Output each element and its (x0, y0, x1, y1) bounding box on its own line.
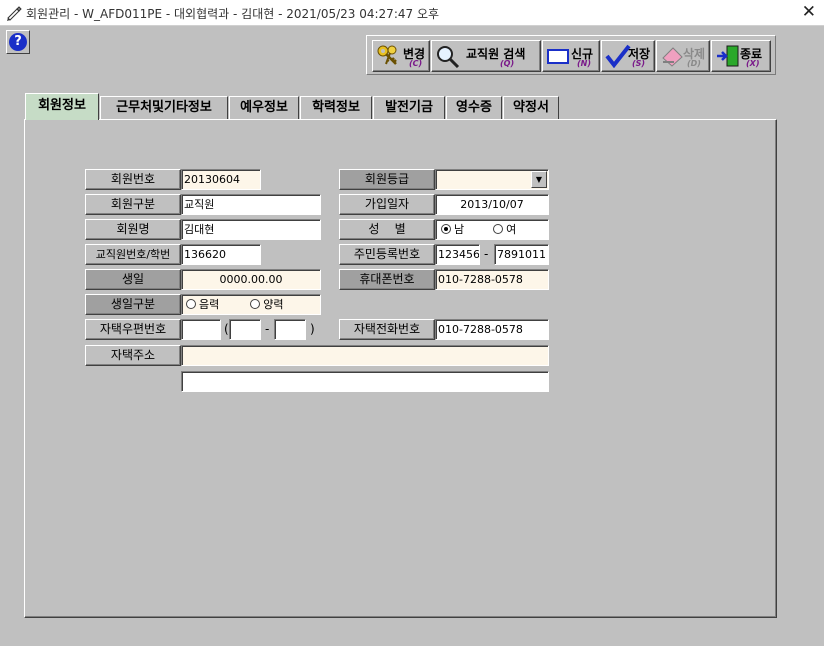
solar-radio[interactable]: 양력 (250, 298, 284, 311)
delete-button-hotkey: (D) (687, 59, 701, 68)
tab-workplace-info[interactable]: 근무처및기타정보 (100, 96, 228, 119)
radio-selected-icon (441, 224, 451, 234)
resident-no-dash: - (484, 247, 489, 261)
staff-no-label: 교직원번호/학번 (85, 244, 181, 265)
member-type-field[interactable]: 교직원 (181, 194, 321, 215)
resident-no-label: 주민등록번호 (339, 244, 435, 265)
new-button-hotkey: (N) (577, 59, 592, 68)
close-icon[interactable]: ✕ (802, 2, 816, 22)
keys-icon (377, 45, 397, 65)
mobile-label: 휴대폰번호 (339, 269, 435, 290)
gender-label: 성 별 (339, 219, 435, 240)
mobile-field[interactable]: 010-7288-0578 (435, 269, 549, 290)
radio-circle-icon (186, 299, 196, 309)
birthday-field[interactable]: 0000.00.00 (181, 269, 321, 290)
save-button-hotkey: (S) (632, 59, 646, 68)
birth-type-label: 생일구분 (85, 294, 181, 315)
zip-dash: - (265, 322, 270, 336)
tab-education-info[interactable]: 학력정보 (300, 96, 372, 119)
staff-search-hotkey: (Q) (500, 59, 515, 68)
male-radio[interactable]: 남 (441, 223, 464, 236)
exit-door-icon (717, 45, 739, 67)
home-address-label: 자택주소 (85, 345, 181, 366)
radio-circle-icon (250, 299, 261, 309)
window-titlebar: 회원관리 - W_AFD011PE - 대외협력과 - 김대현 - 2021/0… (0, 0, 824, 26)
change-button-hotkey: (C) (409, 59, 423, 68)
home-phone-label: 자택전화번호 (339, 319, 435, 340)
member-grade-label: 회원등급 (339, 169, 435, 190)
staff-no-field[interactable]: 136620 (181, 244, 261, 265)
member-name-field[interactable]: 김대현 (181, 219, 321, 240)
birthday-label: 생일 (85, 269, 181, 290)
new-button[interactable]: 신규 (N) (542, 40, 600, 72)
zip-open-paren: ( (224, 322, 229, 336)
home-zip-field-3[interactable] (274, 319, 306, 340)
member-no-field[interactable]: 20130604 (181, 169, 261, 190)
help-button[interactable]: ? (6, 30, 30, 54)
birth-type-radio-group: 음력 양력 (181, 294, 321, 315)
tab-receipt[interactable]: 영수증 (446, 96, 502, 119)
staff-search-label: 교직원 검색 (466, 47, 526, 61)
female-radio[interactable]: 여 (493, 223, 516, 236)
change-button[interactable]: 변경 (C) (372, 40, 430, 72)
toolbar: 변경 (C) 교직원 검색 (Q) 신규 (N) 저장 (S) 삭제 (D) 종… (366, 35, 776, 75)
exit-button[interactable]: 종료 (X) (711, 40, 771, 72)
member-type-label: 회원구분 (85, 194, 181, 215)
tab-courtesy-info[interactable]: 예우정보 (229, 96, 299, 119)
resident-no-part2[interactable]: 7891011 (494, 244, 549, 265)
window-title: 회원관리 - W_AFD011PE - 대외협력과 - 김대현 - 2021/0… (26, 7, 440, 21)
member-name-label: 회원명 (85, 219, 181, 240)
resident-no-part1[interactable]: 123456 (435, 244, 480, 265)
exit-button-hotkey: (X) (746, 59, 760, 68)
home-zip-field-2[interactable] (229, 319, 261, 340)
tab-member-info[interactable]: 회원정보 (25, 93, 99, 120)
zip-close-paren: ) (310, 322, 315, 336)
home-phone-field[interactable]: 010-7288-0578 (435, 319, 549, 340)
home-zip-field-1[interactable] (181, 319, 221, 340)
delete-button[interactable]: 삭제 (D) (656, 40, 710, 72)
home-address-line2[interactable] (181, 371, 549, 392)
join-date-label: 가입일자 (339, 194, 435, 215)
lunar-radio[interactable]: 음력 (186, 298, 219, 311)
member-grade-select[interactable]: ▼ (435, 169, 549, 190)
staff-search-button[interactable]: 교직원 검색 (Q) (431, 40, 541, 72)
radio-circle-icon (493, 224, 504, 234)
home-zip-label: 자택우편번호 (85, 319, 181, 340)
magnifier-icon (437, 46, 460, 68)
app-pen-icon (7, 6, 22, 21)
gender-radio-group: 남 여 (435, 219, 549, 240)
join-date-field[interactable]: 2013/10/07 (435, 194, 549, 215)
save-button[interactable]: 저장 (S) (601, 40, 655, 72)
home-address-line1[interactable] (181, 345, 549, 366)
chevron-down-icon[interactable]: ▼ (531, 171, 547, 188)
tab-pledge[interactable]: 약정서 (503, 96, 559, 119)
member-no-label: 회원번호 (85, 169, 181, 190)
help-icon: ? (9, 33, 27, 51)
tab-development-fund[interactable]: 발전기금 (373, 96, 445, 119)
new-document-icon (547, 49, 569, 64)
